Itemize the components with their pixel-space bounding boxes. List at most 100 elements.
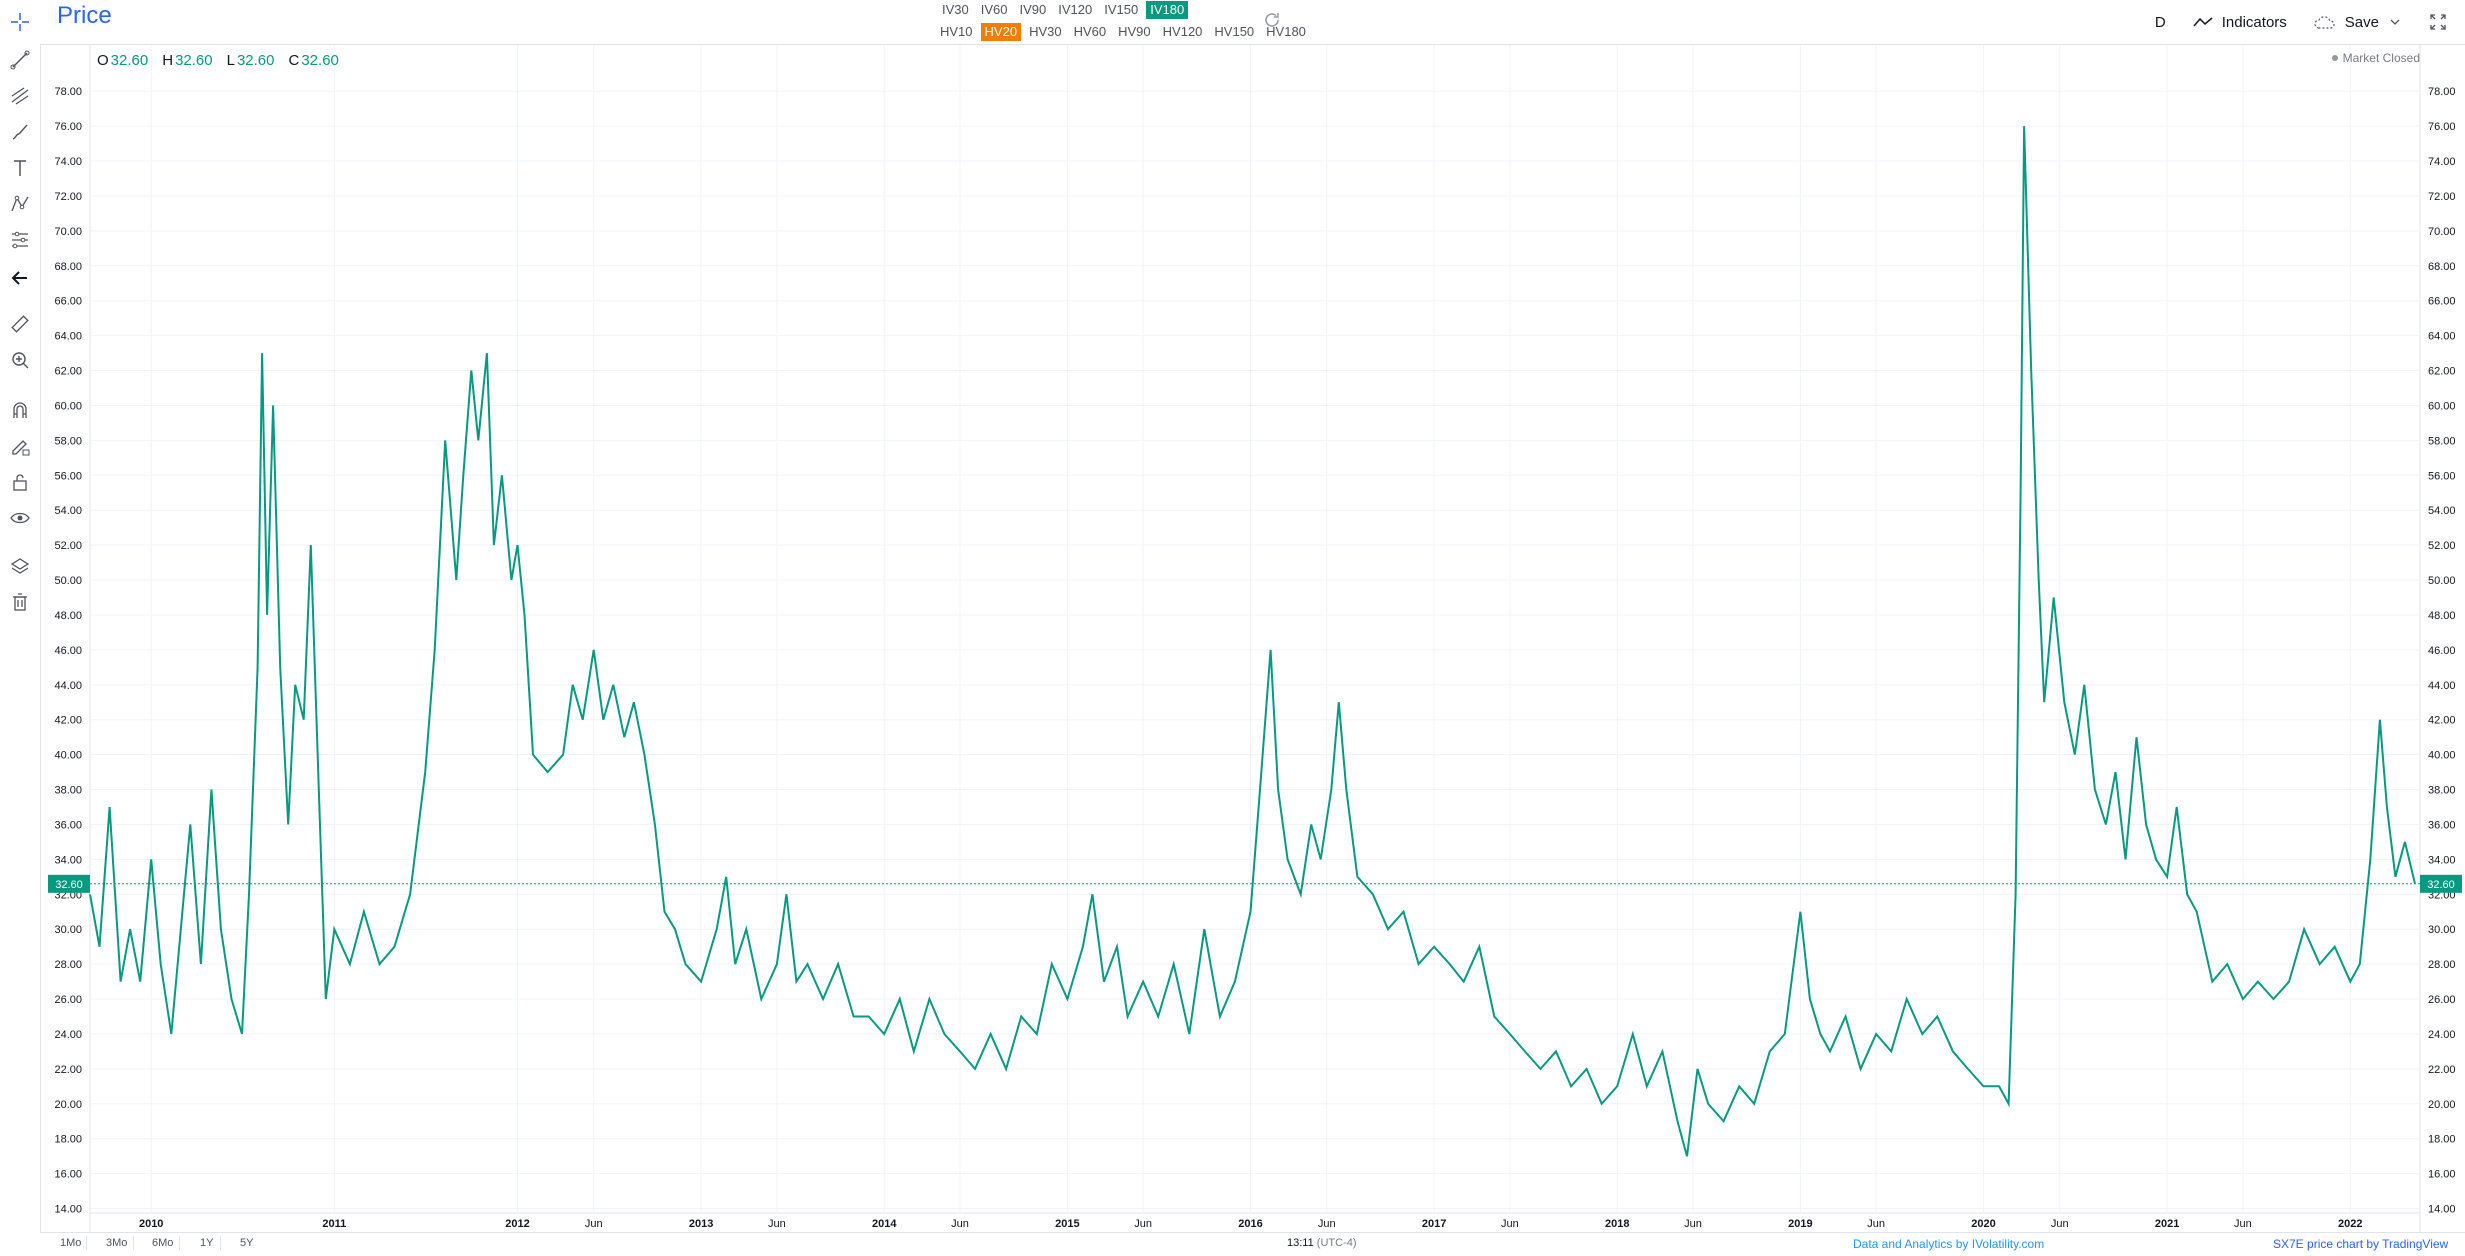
hv150-button[interactable]: HV150 (1210, 23, 1258, 41)
y-tick-label: 62.00 (54, 366, 82, 378)
hv120-button[interactable]: HV120 (1159, 23, 1207, 41)
left-drawing-toolbar (0, 0, 41, 1255)
iv180-button[interactable]: IV180 (1146, 1, 1189, 19)
x-tick-label: Jun (1134, 1218, 1152, 1230)
hv60-button[interactable]: HV60 (1070, 23, 1111, 41)
range-5y-button[interactable]: 5Y (240, 1237, 253, 1249)
pattern-icon[interactable] (4, 188, 36, 220)
x-tick-label: 2019 (1788, 1218, 1812, 1230)
lock-icon[interactable] (4, 466, 36, 498)
iv150-button[interactable]: IV150 (1100, 1, 1142, 19)
top-bar: Price IV30 IV60 IV90 IV120 IV150 IV180 H… (40, 0, 2465, 45)
hv-buttons-row: HV10 HV20 HV30 HV60 HV90 HV120 HV150 HV1… (936, 23, 1314, 41)
y-tick-label: 54.00 (2428, 505, 2456, 517)
range-1y-button[interactable]: 1Y (200, 1237, 213, 1249)
x-tick-label: 2021 (2155, 1218, 2179, 1230)
y-tick-label: 22.00 (54, 1064, 82, 1076)
y-tick-label: 68.00 (2428, 261, 2456, 273)
price-chart[interactable]: 14.00 16.00 18.00 20.00 22.00 24.00 26.00 28.00… (0, 0, 2465, 1255)
left-price-axis: 14.00 16.00 18.00 20.00 22.00 24.00 26.00 28.00… (54, 86, 82, 1215)
crosshair-icon[interactable] (4, 6, 36, 38)
iv-buttons-row: IV30 IV60 IV90 IV120 IV150 IV180 (938, 1, 1192, 19)
iv30-button[interactable]: IV30 (938, 1, 973, 19)
text-icon[interactable] (4, 152, 36, 184)
clock[interactable]: 13:11 (UTC-4) (1287, 1237, 1357, 1249)
ohlc-legend: O 32.60 H 32.60 L 32.60 C 32.60 (97, 52, 353, 69)
hv20-button[interactable]: HV20 (980, 23, 1022, 41)
tradingview-credit-link[interactable]: SX7E price chart by TradingView (2273, 1237, 2448, 1251)
y-tick-label: 14.00 (54, 1204, 82, 1216)
open-value: 32.60 (110, 52, 149, 69)
x-tick-label: Jun (2234, 1218, 2252, 1230)
y-tick-label: 76.00 (2428, 121, 2456, 133)
right-price-axis: 14.00 16.00 18.00 20.00 22.00 24.00 26.00 28.00… (2428, 86, 2456, 1215)
fib-icon[interactable] (4, 80, 36, 112)
back-arrow-icon[interactable] (4, 262, 36, 294)
y-tick-label: 76.00 (54, 121, 82, 133)
y-tick-label: 34.00 (54, 854, 82, 866)
y-tick-label: 60.00 (54, 400, 82, 412)
y-tick-label: 38.00 (54, 785, 82, 797)
range-1mo-button[interactable]: 1Mo (60, 1237, 81, 1249)
lock-drawing-icon[interactable] (4, 430, 36, 462)
range-separator (179, 1236, 180, 1250)
y-tick-label: 66.00 (54, 296, 82, 308)
y-tick-label: 50.00 (54, 575, 82, 587)
layers-icon[interactable] (4, 550, 36, 582)
fullscreen-button[interactable] (2429, 13, 2455, 31)
y-tick-label: 70.00 (2428, 226, 2456, 238)
measure-tools-icon[interactable] (4, 224, 36, 256)
chevron-down-icon (2390, 19, 2400, 25)
last-price-tag-text: 32.60 (55, 879, 83, 891)
y-tick-label: 42.00 (54, 715, 82, 727)
x-tick-label: 2017 (1422, 1218, 1446, 1230)
y-tick-label: 30.00 (54, 924, 82, 936)
data-credit-link[interactable]: Data and Analytics by IVolatility.com (1853, 1237, 2044, 1251)
cloud-icon (2314, 16, 2335, 29)
iv90-button[interactable]: IV90 (1016, 1, 1051, 19)
last-price-tag-left: 32.60 (48, 874, 90, 893)
refresh-icon[interactable] (1262, 10, 1282, 35)
y-tick-label: 16.00 (2428, 1169, 2456, 1181)
trash-icon[interactable] (4, 586, 36, 618)
x-tick-label: Jun (1867, 1218, 1885, 1230)
y-tick-label: 48.00 (2428, 610, 2456, 622)
interval-button[interactable]: D (2155, 14, 2166, 31)
time-axis: 2010 2011 2012 Jun 2013 Jun 2014 Jun 2015 Jun 2016… (139, 1218, 2363, 1230)
zoom-in-icon[interactable] (4, 344, 36, 376)
hv10-button[interactable]: HV10 (936, 23, 977, 41)
interval-label: D (2154, 13, 2166, 31)
y-tick-label: 56.00 (54, 470, 82, 482)
y-tick-label: 50.00 (2428, 575, 2456, 587)
clock-timezone: (UTC-4) (1316, 1237, 1357, 1249)
save-button[interactable]: Save (2313, 14, 2409, 31)
y-tick-label: 36.00 (2428, 819, 2456, 831)
save-label: Save (2344, 13, 2379, 31)
fullscreen-icon (2430, 14, 2446, 30)
hv30-button[interactable]: HV30 (1025, 23, 1066, 41)
indicators-button[interactable]: Indicators (2192, 14, 2287, 31)
brush-icon[interactable] (4, 116, 36, 148)
range-6mo-button[interactable]: 6Mo (152, 1237, 173, 1249)
y-tick-label: 52.00 (2428, 540, 2456, 552)
hv90-button[interactable]: HV90 (1114, 23, 1155, 41)
iv60-button[interactable]: IV60 (977, 1, 1012, 19)
x-tick-label: Jun (1501, 1218, 1519, 1230)
eye-icon[interactable] (4, 502, 36, 534)
y-tick-label: 36.00 (54, 819, 82, 831)
x-tick-label: 2012 (505, 1218, 529, 1230)
y-tick-label: 40.00 (54, 750, 82, 762)
range-3mo-button[interactable]: 3Mo (106, 1237, 127, 1249)
x-tick-label: 2022 (2338, 1218, 2362, 1230)
x-tick-label: Jun (2051, 1218, 2069, 1230)
trend-line-icon[interactable] (4, 44, 36, 76)
magnet-icon[interactable] (4, 394, 36, 426)
right-controls: D Indicators Save (2155, 0, 2465, 44)
y-tick-label: 18.00 (54, 1134, 82, 1146)
range-separator (133, 1236, 134, 1250)
y-tick-label: 56.00 (2428, 470, 2456, 482)
y-tick-label: 46.00 (54, 645, 82, 657)
ruler-icon[interactable] (4, 308, 36, 340)
iv120-button[interactable]: IV120 (1054, 1, 1096, 19)
series-line (89, 126, 2416, 1157)
